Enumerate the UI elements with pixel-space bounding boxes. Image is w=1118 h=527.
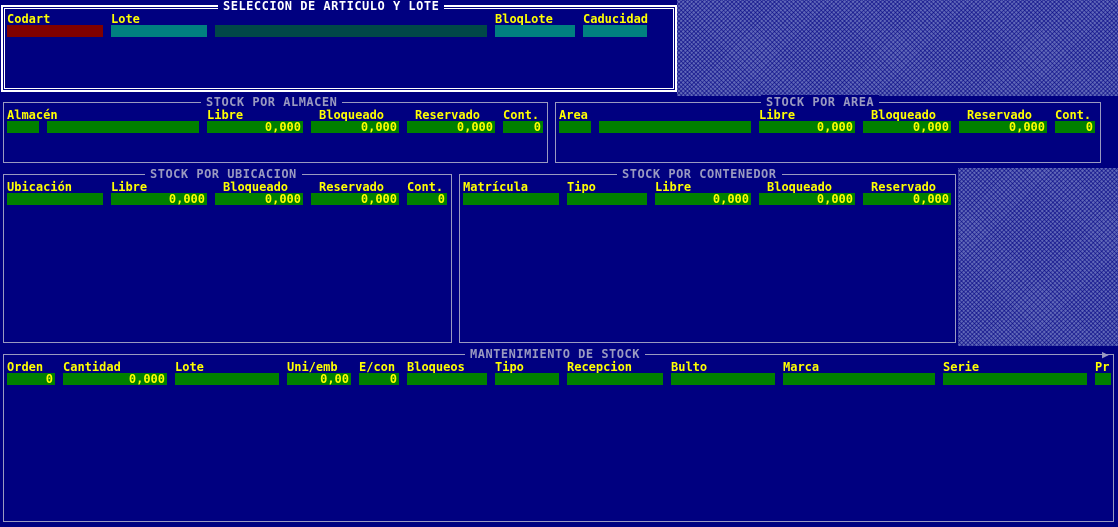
matricula-label: Matrícula bbox=[463, 180, 529, 194]
mant-tipo-field[interactable] bbox=[495, 373, 559, 385]
seleccion-frame: SELECCIÓN DE ARTÍCULO Y LOTE bbox=[1, 0, 677, 92]
almacen-code-field[interactable] bbox=[7, 121, 39, 133]
stock-contenedor-title: STOCK POR CONTENEDOR bbox=[617, 167, 782, 181]
seleccion-title: SELECCIÓN DE ARTÍCULO Y LOTE bbox=[218, 0, 445, 13]
uniemb-label: Uni/emb bbox=[287, 360, 338, 374]
ubicacion-bloqueado-field: 0,000 bbox=[215, 193, 303, 205]
contenedor-bloqueado-label: Bloqueado bbox=[767, 180, 833, 194]
contenedor-tipo-field[interactable] bbox=[567, 193, 647, 205]
area-reservado-field: 0,000 bbox=[959, 121, 1047, 133]
ubicacion-field[interactable] bbox=[7, 193, 103, 205]
almacen-bloqueado-label: Bloqueado bbox=[319, 108, 385, 122]
contenedor-tipo-label: Tipo bbox=[567, 180, 596, 194]
econ-label: E/con bbox=[359, 360, 396, 374]
bloqueos-label: Bloqueos bbox=[407, 360, 465, 374]
pr-label: Pr bbox=[1095, 360, 1110, 374]
codart-field[interactable] bbox=[7, 25, 103, 37]
mant-tipo-label: Tipo bbox=[495, 360, 524, 374]
almacen-libre-field: 0,000 bbox=[207, 121, 303, 133]
ubicacion-label: Ubicación bbox=[7, 180, 73, 194]
area-code-field[interactable] bbox=[559, 121, 591, 133]
ubicacion-libre-label: Libre bbox=[111, 180, 148, 194]
econ-field[interactable]: 0 bbox=[359, 373, 399, 385]
cantidad-field[interactable]: 0,000 bbox=[63, 373, 167, 385]
almacen-bloqueado-field: 0,000 bbox=[311, 121, 399, 133]
ubicacion-reservado-field: 0,000 bbox=[311, 193, 399, 205]
codart-label: Codart bbox=[7, 12, 51, 26]
contenedor-bloqueado-field: 0,000 bbox=[759, 193, 855, 205]
marca-field[interactable] bbox=[783, 373, 935, 385]
pr-field[interactable] bbox=[1095, 373, 1111, 385]
recepcion-field[interactable] bbox=[567, 373, 663, 385]
area-libre-label: Libre bbox=[759, 108, 796, 122]
almacen-description-field bbox=[47, 121, 199, 133]
orden-field[interactable]: 0 bbox=[7, 373, 55, 385]
lote-field[interactable] bbox=[111, 25, 207, 37]
ubicacion-libre-field: 0,000 bbox=[111, 193, 207, 205]
bloqueos-field[interactable] bbox=[407, 373, 487, 385]
cantidad-label: Cantidad bbox=[63, 360, 121, 374]
contenedor-libre-label: Libre bbox=[655, 180, 692, 194]
area-description-field bbox=[599, 121, 751, 133]
area-cont-field: 0 bbox=[1055, 121, 1095, 133]
almacen-libre-label: Libre bbox=[207, 108, 244, 122]
background-pattern-top bbox=[677, 0, 1118, 96]
bulto-label: Bulto bbox=[671, 360, 708, 374]
scroll-right-arrow-icon[interactable]: ▶ bbox=[1102, 349, 1109, 360]
bloqlote-label: BloqLote bbox=[495, 12, 553, 26]
uniemb-field[interactable]: 0,00 bbox=[287, 373, 351, 385]
seleccion-panel: SELECCIÓN DE ARTÍCULO Y LOTE Codart Lote… bbox=[0, 0, 677, 94]
mantenimiento-title: MANTENIMIENTO DE STOCK bbox=[465, 347, 645, 361]
mant-lote-field[interactable] bbox=[175, 373, 279, 385]
area-cont-label: Cont. bbox=[1055, 108, 1092, 122]
mant-lote-label: Lote bbox=[175, 360, 204, 374]
recepcion-label: Recepcion bbox=[567, 360, 633, 374]
serie-label: Serie bbox=[943, 360, 980, 374]
area-libre-field: 0,000 bbox=[759, 121, 855, 133]
ubicacion-cont-field: 0 bbox=[407, 193, 447, 205]
serie-field[interactable] bbox=[943, 373, 1087, 385]
area-bloqueado-label: Bloqueado bbox=[871, 108, 937, 122]
lote-label: Lote bbox=[111, 12, 140, 26]
almacen-label: Almacén bbox=[7, 108, 58, 122]
almacen-cont-field: 0 bbox=[503, 121, 543, 133]
lote-description-field bbox=[215, 25, 487, 37]
stock-area-title: STOCK POR AREA bbox=[761, 95, 880, 109]
bloqlote-field[interactable] bbox=[495, 25, 575, 37]
ubicacion-reservado-label: Reservado bbox=[319, 180, 385, 194]
caducidad-label: Caducidad bbox=[583, 12, 649, 26]
area-label: Area bbox=[559, 108, 588, 122]
almacen-reservado-label: Reservado bbox=[415, 108, 481, 122]
ubicacion-cont-label: Cont. bbox=[407, 180, 444, 194]
matricula-field[interactable] bbox=[463, 193, 559, 205]
bulto-field[interactable] bbox=[671, 373, 775, 385]
ubicacion-bloqueado-label: Bloqueado bbox=[223, 180, 289, 194]
orden-label: Orden bbox=[7, 360, 44, 374]
area-reservado-label: Reservado bbox=[967, 108, 1033, 122]
area-bloqueado-field: 0,000 bbox=[863, 121, 951, 133]
caducidad-field[interactable] bbox=[583, 25, 647, 37]
contenedor-reservado-field: 0,000 bbox=[863, 193, 951, 205]
contenedor-libre-field: 0,000 bbox=[655, 193, 751, 205]
stock-almacen-title: STOCK POR ALMACEN bbox=[201, 95, 343, 109]
almacen-reservado-field: 0,000 bbox=[407, 121, 495, 133]
background-pattern-right bbox=[958, 168, 1118, 346]
marca-label: Marca bbox=[783, 360, 820, 374]
contenedor-reservado-label: Reservado bbox=[871, 180, 937, 194]
almacen-cont-label: Cont. bbox=[503, 108, 540, 122]
stock-ubicacion-title: STOCK POR UBICACION bbox=[145, 167, 302, 181]
